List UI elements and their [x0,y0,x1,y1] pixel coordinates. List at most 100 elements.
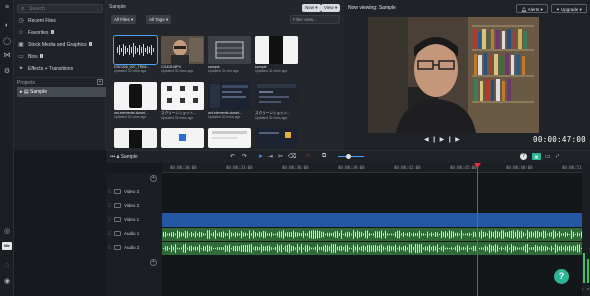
caption-icon[interactable]: ▭ [545,153,551,160]
sidebar-item-bins[interactable]: ▭ Bins 1 [17,52,103,62]
media-thumb[interactable] [255,128,298,148]
waveform-bar [481,230,482,239]
visibility-icon[interactable] [114,189,121,195]
sidebar-item-effects[interactable]: ✦ Effects + Transitions [17,64,103,74]
search-input[interactable] [29,5,99,12]
more-icon[interactable]: ••• [110,154,117,160]
track-header-video-3[interactable]: ⠿ Video 3 [108,187,160,197]
select-tool-icon[interactable]: ➤ [258,153,263,160]
globe-icon[interactable]: ◎ [3,228,11,236]
share-icon[interactable]: ⋈ [3,52,11,60]
delete-icon[interactable]: ⌫ [288,153,296,160]
sidebar-item-recent-files[interactable]: ◷ Recent Files [17,16,103,26]
split-tool-icon[interactable]: ✂ [278,153,283,160]
waveform-bar [271,247,272,250]
video-frame[interactable] [368,17,539,133]
mute-icon[interactable] [114,231,121,237]
account-icon[interactable]: ◉ [3,278,11,286]
alerts-button[interactable]: 🔔︎ Alerts ▾ [516,4,548,13]
redo-icon[interactable]: ↷ [242,153,247,160]
all-tags-filter[interactable]: All Tags ▾ [146,15,172,24]
add-project-button[interactable]: + [97,79,103,85]
fullscreen-icon[interactable]: ⤢ [556,153,559,158]
track-area[interactable] [162,173,582,296]
ruler-tick: 00:00:30:00 [170,165,197,170]
media-thumb[interactable]: sample Updated 31 mins ago [255,36,298,73]
all-files-filter[interactable]: All Files ▾ [111,15,137,24]
playhead[interactable] [474,163,481,296]
waveform-bar [183,244,184,253]
help-chat-button[interactable]: ? [554,269,569,284]
waveform-bar [369,244,370,253]
waveform-bar [533,247,534,250]
magnet-icon[interactable]: ∩ [306,153,310,159]
media-thumb[interactable]: sample Updated 31 min ago [208,36,251,73]
search-box[interactable]: ⌕ [17,4,103,13]
waveform-bar [427,231,428,238]
trim-tool-icon[interactable]: ⇥ [268,153,273,160]
info-icon[interactable]: ? [520,153,527,160]
waveform-bar [407,247,408,250]
waveform-bar [341,245,342,252]
media-thumb[interactable]: スクリーンショット... Updated 32 mins ago [255,82,298,120]
undo-icon[interactable]: ↶ [230,153,235,160]
menu-icon[interactable]: ≡ [3,4,11,12]
step-back-icon[interactable]: ◀❙ [424,137,440,143]
zoom-slider[interactable] [338,156,364,157]
waveform-bar [409,232,410,237]
project-item-sample[interactable]: ▸ ▤ Sample [17,87,117,97]
settings-icon[interactable]: ⚙ [3,68,11,76]
waveform-bar [537,245,538,252]
media-thumb[interactable]: CG405.MP4 Updated 32 mins ago [161,36,204,73]
media-thumb[interactable] [114,128,157,148]
sidebar-item-favorites[interactable]: ☆ Favorites 1 [17,28,103,38]
waveform-bar [513,245,514,252]
media-thumb[interactable]: DSC026_007_TRIM... Updated 32 mins ago [113,35,158,73]
waveform-bar [363,233,364,236]
waveform-bar [531,247,532,250]
add-track-button[interactable]: + [150,259,157,266]
waveform-bar [479,247,480,250]
filter-view-input[interactable]: Filter view... [290,15,340,24]
grid-view-icon[interactable]: ▦ [532,153,541,160]
chat-icon[interactable]: ◯ [3,38,11,46]
star-icon: ☆ [18,30,24,36]
media-thumb[interactable] [161,128,204,148]
waveform-bar [419,244,420,253]
waveform-bar [447,232,448,237]
add-track-button[interactable]: + [150,175,157,182]
upgrade-button[interactable]: ✦ Upgrade ▾ [551,4,587,13]
waveform-bar [215,247,216,250]
waveform-bar [471,247,472,250]
timeline-ruler[interactable]: 00:00:30:00 00:00:33:00 00:00:36:00 00:0… [162,163,589,173]
track-header-video-2[interactable]: ⠿ Video 2 [108,201,160,211]
waveform-bar [385,247,386,250]
visibility-icon[interactable] [114,217,121,223]
link-icon[interactable]: ⧉ [322,153,326,160]
media-thumb[interactable]: スクリーンショット... Updated 32 mins ago [161,82,204,120]
step-forward-icon[interactable]: ❙▶ [447,137,463,143]
sidebar-item-stock-media[interactable]: ▣ Stock Media and Graphics 1 [17,40,103,50]
workspace-logo[interactable]: Me [2,242,12,250]
sequence-thumb [208,36,251,64]
audio-clip[interactable] [162,228,582,241]
search-icon: ⌕ [21,6,25,12]
view-button[interactable]: View ▾ [321,4,341,12]
media-thumb[interactable] [208,128,251,148]
mute-icon[interactable] [114,245,121,251]
media-thumb[interactable]: wd-elements-closet... Updated 32 mins ag… [114,82,157,119]
zoom-slider-handle[interactable] [346,154,351,159]
new-button[interactable]: New ▾ [302,4,321,12]
media-icon[interactable]: ◐ [3,22,11,30]
video-clip[interactable] [162,213,582,227]
help-icon[interactable]: ◌ [3,262,11,270]
waveform-bar [571,246,572,251]
waveform-bar [189,245,190,252]
media-thumb[interactable]: wd-elements-closet... Updated 32 mins ag… [208,82,251,119]
audio-clip[interactable] [162,242,582,255]
track-header-video-1[interactable]: ⠿ Video 1 [108,215,160,225]
track-header-audio-2[interactable]: ⠿ Audio 2 [108,243,160,253]
visibility-icon[interactable] [114,203,121,209]
waveform-bar [383,246,384,251]
track-header-audio-1[interactable]: ⠿ Audio 1 [108,229,160,239]
